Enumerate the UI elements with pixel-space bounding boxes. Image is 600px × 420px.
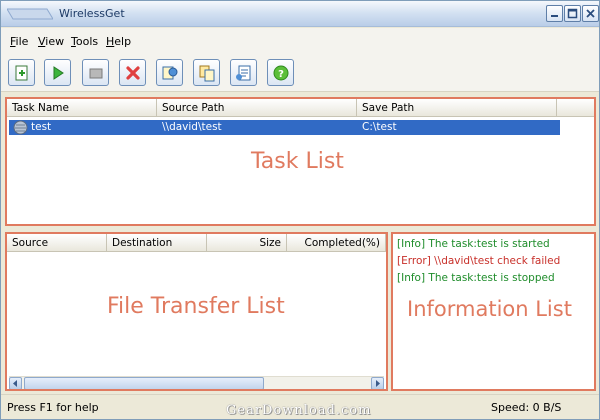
file-transfer-label: File Transfer List <box>107 294 285 319</box>
minimize-icon <box>551 15 558 17</box>
menu-file[interactable]: File <box>10 35 28 48</box>
menu-view[interactable]: View <box>38 35 64 48</box>
column-source[interactable]: Source <box>7 234 107 252</box>
column-size[interactable]: Size <box>207 234 287 252</box>
minimize-button[interactable] <box>546 5 563 22</box>
column-completed[interactable]: Completed(%) <box>287 234 386 252</box>
close-button[interactable] <box>582 5 599 22</box>
list-item: [Error] \\david\test check failed <box>397 255 561 267</box>
close-icon <box>586 9 595 18</box>
save-path-cell: C:\test <box>362 121 397 133</box>
column-destination[interactable]: Destination <box>107 234 207 252</box>
menu-help[interactable]: Help <box>106 35 131 48</box>
arrow-left-icon <box>13 380 17 387</box>
information-list-label: Information List <box>407 297 572 321</box>
title-bar[interactable]: WirelessGet <box>1 1 599 27</box>
properties-button[interactable] <box>156 59 183 86</box>
app-window: WirelessGet File View Tools Help ? Task … <box>0 0 600 420</box>
column-save-path[interactable]: Save Path <box>357 99 557 117</box>
horizontal-scrollbar[interactable] <box>9 376 384 389</box>
scroll-left-button[interactable] <box>9 377 22 389</box>
task-status-icon <box>13 120 28 135</box>
new-task-icon <box>15 65 28 81</box>
scroll-right-button[interactable] <box>371 377 384 389</box>
app-logo-icon <box>6 6 54 22</box>
maximize-icon <box>567 8 578 19</box>
column-task-name[interactable]: Task Name <box>7 99 157 117</box>
brand-watermark: GearDownload.com <box>226 403 372 418</box>
file-transfer-panel[interactable]: Source Destination Size Completed(%) Fil… <box>5 232 388 391</box>
delete-icon <box>126 66 140 80</box>
properties-icon <box>162 66 178 80</box>
file-transfer-header: Source Destination Size Completed(%) <box>7 234 386 252</box>
task-list-panel[interactable]: Task Name Source Path Save Path test \\d… <box>5 97 596 226</box>
table-row[interactable]: test \\david\test C:\test <box>9 120 560 135</box>
status-help-text: Press F1 for help <box>7 401 99 414</box>
delete-button[interactable] <box>119 59 146 86</box>
copy-button[interactable] <box>193 59 220 86</box>
information-list-panel[interactable]: [Info] The task:test is started [Error] … <box>391 232 596 391</box>
source-path-cell: \\david\test <box>162 121 222 133</box>
start-icon <box>53 66 64 80</box>
menu-tools[interactable]: Tools <box>71 35 98 48</box>
copy-icon <box>199 65 215 82</box>
options-button[interactable] <box>230 59 257 86</box>
scroll-thumb[interactable] <box>24 377 264 389</box>
svg-text:?: ? <box>278 69 284 80</box>
toolbar: ? <box>1 54 599 92</box>
window-title: WirelessGet <box>59 7 125 20</box>
task-name-cell: test <box>31 121 52 133</box>
arrow-right-icon <box>376 380 380 387</box>
menu-bar: File View Tools Help <box>1 28 599 54</box>
list-item: [Info] The task:test is stopped <box>397 272 555 284</box>
stop-button[interactable] <box>82 59 109 86</box>
column-source-path[interactable]: Source Path <box>157 99 357 117</box>
stop-icon <box>89 68 103 79</box>
help-button[interactable]: ? <box>267 59 294 86</box>
maximize-button[interactable] <box>564 5 581 22</box>
status-speed: Speed: 0 B/S <box>491 401 562 414</box>
new-task-button[interactable] <box>8 59 35 86</box>
options-icon <box>236 65 251 81</box>
task-list-label: Task List <box>251 149 344 174</box>
task-list-header: Task Name Source Path Save Path <box>7 99 594 117</box>
status-bar: Press F1 for help GearDownload.com Speed… <box>1 394 599 419</box>
list-item: [Info] The task:test is started <box>397 238 550 250</box>
start-button[interactable] <box>44 59 71 86</box>
help-icon: ? <box>273 65 289 81</box>
